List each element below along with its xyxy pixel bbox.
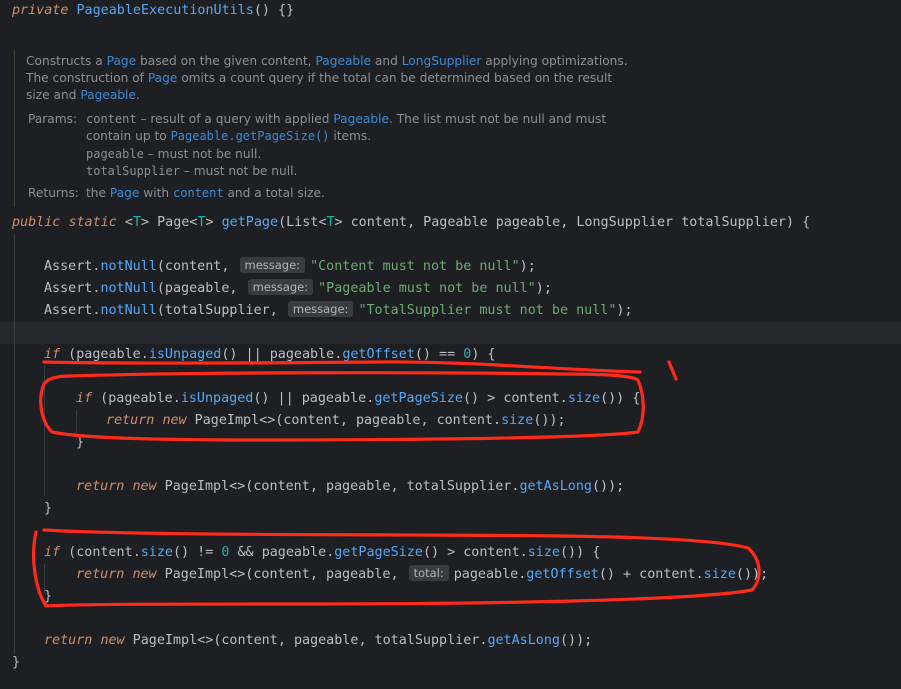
highlight-box-content-size-if [32, 528, 761, 608]
red-annotation-overlay [32, 360, 761, 608]
highlight-box-inner-if [39, 371, 645, 442]
tick-mark [667, 360, 678, 381]
strike-through-mark [42, 360, 642, 374]
